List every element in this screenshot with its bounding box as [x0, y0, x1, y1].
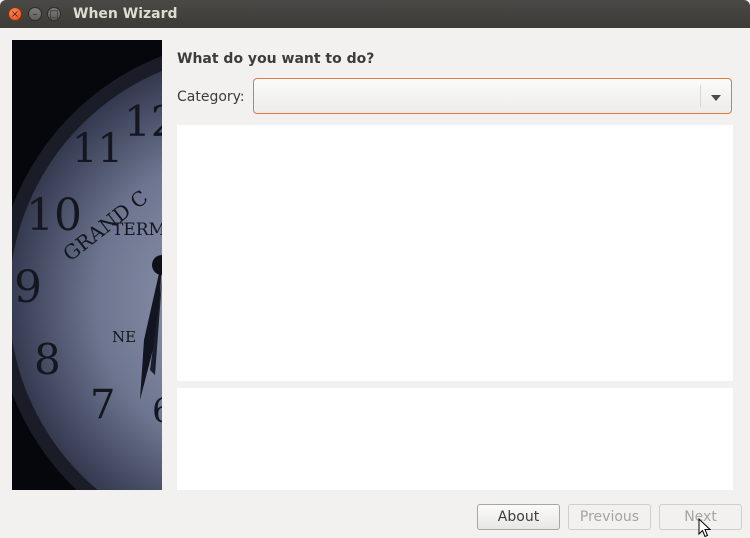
clock-city-text: NE — [112, 328, 136, 346]
window-title: When Wizard — [73, 6, 178, 22]
chevron-down-icon[interactable] — [711, 95, 721, 101]
minimize-icon[interactable]: – — [28, 7, 42, 21]
close-icon[interactable]: × — [8, 7, 22, 21]
numeral-10: 10 — [26, 190, 82, 241]
category-label: Category: — [177, 89, 245, 105]
clock-illustration: 12 11 10 9 8 7 6 GRAND C TERMI NE — [12, 40, 162, 490]
title-bar[interactable]: × – □ When Wizard — [0, 0, 750, 28]
numeral-9: 9 — [14, 262, 42, 313]
maximize-icon[interactable]: □ — [47, 7, 61, 21]
mouse-cursor-icon — [698, 518, 712, 538]
numeral-12: 12 — [124, 97, 162, 146]
category-select[interactable] — [253, 78, 732, 114]
numeral-6: 6 — [152, 391, 162, 431]
page-heading: What do you want to do? — [177, 51, 375, 67]
numeral-11: 11 — [72, 126, 123, 172]
numeral-7: 7 — [90, 382, 115, 428]
about-button[interactable]: About — [477, 504, 560, 530]
description-panel — [177, 388, 733, 490]
combo-divider — [700, 85, 701, 107]
previous-button[interactable]: Previous — [568, 504, 651, 530]
action-list[interactable] — [177, 125, 733, 381]
clock-terminal-text: TERMI — [112, 220, 162, 240]
clock-image: 12 11 10 9 8 7 6 GRAND C TERMI NE — [12, 40, 162, 490]
numeral-8: 8 — [34, 335, 61, 384]
